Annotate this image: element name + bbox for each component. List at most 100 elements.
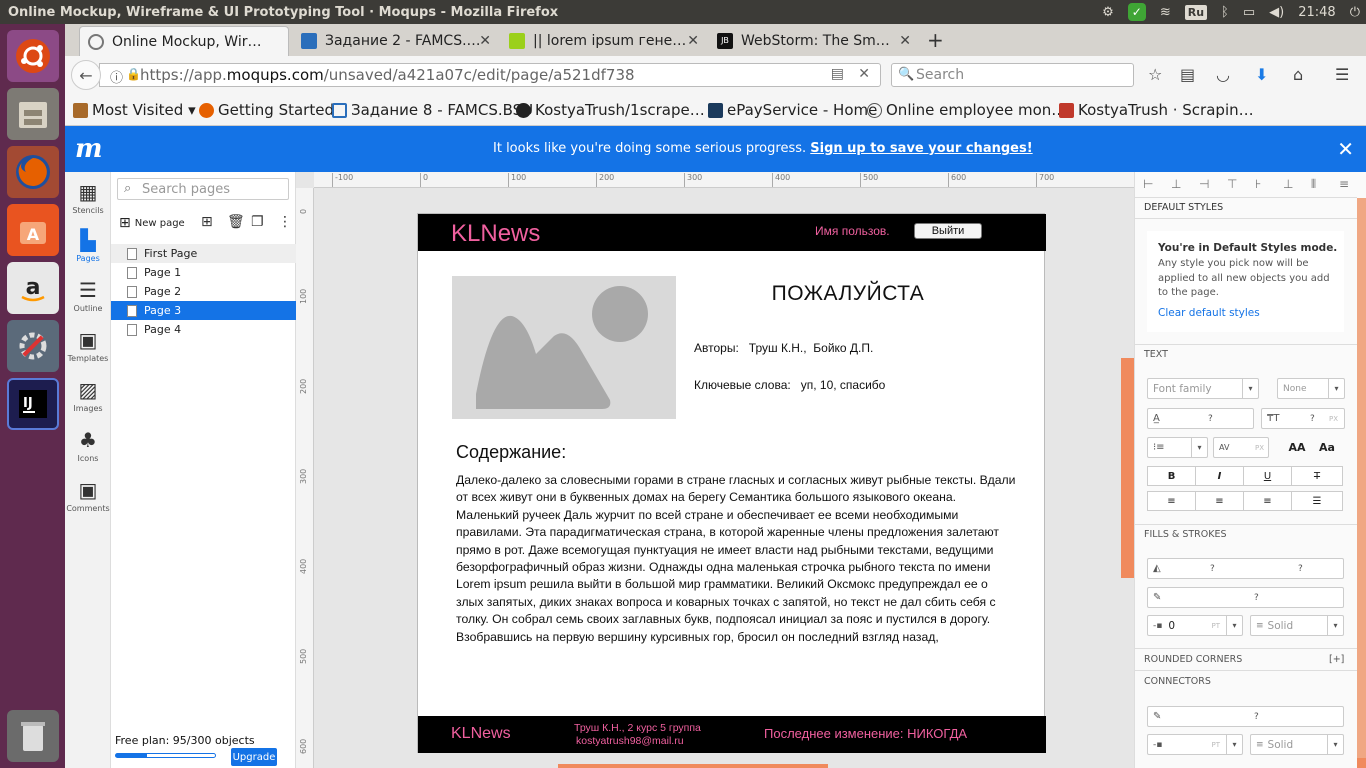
amazon-icon[interactable]: a bbox=[7, 262, 59, 314]
align-top-icon[interactable]: ⊤ bbox=[1227, 177, 1237, 191]
mock-footer-logo[interactable]: KLNews bbox=[451, 725, 511, 743]
trash-icon[interactable] bbox=[7, 710, 59, 762]
power-icon[interactable]: ⏻ bbox=[1350, 5, 1360, 20]
system-settings-icon[interactable] bbox=[7, 320, 59, 372]
steam-icon[interactable]: ⚙ bbox=[1102, 5, 1114, 20]
text-color-field[interactable]: A̲? bbox=[1147, 408, 1254, 429]
bookmark-epayservice[interactable]: ePayService - Home bbox=[708, 101, 877, 119]
more-icon[interactable]: ⋮ bbox=[278, 214, 292, 230]
new-page-button[interactable]: ⊞ New page bbox=[119, 215, 185, 231]
rail-stencils[interactable]: ▦ Stencils bbox=[65, 180, 111, 215]
italic-button[interactable]: I bbox=[1195, 466, 1244, 486]
mock-title[interactable]: ПОЖАЛУЙСТА bbox=[718, 282, 978, 306]
bookmark-most-visited[interactable]: Most Visited ▾ bbox=[73, 101, 196, 119]
reader-view-icon[interactable]: ▤ bbox=[831, 66, 844, 82]
align-text-right-button[interactable]: ≡ bbox=[1243, 491, 1292, 511]
search-pages-input[interactable]: ⌕ Search pages bbox=[117, 178, 289, 200]
stop-icon[interactable]: ✕ bbox=[858, 66, 870, 82]
line-height-select[interactable]: ⁝≡ ▾ bbox=[1147, 437, 1208, 458]
page-item[interactable]: Page 2 bbox=[111, 282, 296, 301]
rail-icons[interactable]: ♣ Icons bbox=[65, 428, 111, 463]
close-banner-icon[interactable]: ✕ bbox=[1337, 137, 1354, 161]
close-icon[interactable]: ✕ bbox=[687, 33, 699, 49]
align-left-icon[interactable]: ⊢ bbox=[1143, 177, 1153, 191]
reading-list-icon[interactable]: ▤ bbox=[1180, 65, 1195, 84]
back-button[interactable]: ← bbox=[71, 60, 101, 90]
mock-logo[interactable]: KLNews bbox=[451, 220, 540, 248]
new-tab-button[interactable]: + bbox=[927, 28, 944, 52]
tab-webstorm[interactable]: JB WebStorm: The Sm… ✕ bbox=[709, 26, 919, 56]
clock[interactable]: 21:48 bbox=[1298, 5, 1335, 20]
page-item-selected[interactable]: Page 3 bbox=[111, 301, 296, 320]
mock-logout-button[interactable]: Выйти bbox=[914, 223, 982, 239]
connector-color-field[interactable]: ✎? bbox=[1147, 706, 1344, 727]
upgrade-button[interactable]: Upgrade bbox=[231, 748, 277, 766]
lock-icon[interactable]: 🔒 bbox=[126, 67, 141, 81]
clear-default-styles-link[interactable]: Clear default styles bbox=[1158, 307, 1260, 319]
distribute-v-icon[interactable]: ≡ bbox=[1339, 177, 1349, 191]
font-family-select[interactable]: Font family ▾ bbox=[1147, 378, 1259, 399]
mock-authors[interactable]: Авторы: Труш К.Н., Бойко Д.П. bbox=[694, 341, 873, 355]
close-icon[interactable]: ✕ bbox=[899, 33, 911, 49]
search-input[interactable]: 🔍 Search bbox=[891, 63, 1134, 87]
page-item[interactable]: First Page bbox=[111, 244, 296, 263]
image-placeholder[interactable] bbox=[452, 276, 676, 419]
align-right-icon[interactable]: ⊣ bbox=[1199, 177, 1209, 191]
align-text-justify-button[interactable]: ☰ bbox=[1291, 491, 1343, 511]
fill-color-field[interactable]: ◭?? bbox=[1147, 558, 1344, 579]
rail-pages[interactable]: ▙ Pages bbox=[65, 228, 111, 263]
page-item[interactable]: Page 1 bbox=[111, 263, 296, 282]
tab-famcs[interactable]: Задание 2 - FAMCS.… ✕ bbox=[293, 26, 499, 56]
software-center-icon[interactable]: A bbox=[7, 204, 59, 256]
volume-icon[interactable]: ◀) bbox=[1269, 5, 1284, 20]
wifi-icon[interactable]: ≋ bbox=[1160, 5, 1171, 20]
font-size-field[interactable]: ₸T? PX bbox=[1261, 408, 1345, 429]
stroke-width-field[interactable]: -▪ 0 PT ▾ bbox=[1147, 615, 1243, 636]
rail-images[interactable]: ▨ Images bbox=[65, 378, 111, 413]
keyboard-layout[interactable]: Ru bbox=[1184, 4, 1208, 20]
uppercase-button[interactable]: AA bbox=[1283, 437, 1311, 457]
mock-keywords[interactable]: Ключевые слова: уп, 10, спасибо bbox=[694, 378, 885, 392]
page-item[interactable]: Page 4 bbox=[111, 320, 296, 339]
url-bar[interactable]: ⓘ 🔒 https://app. moqups.com/unsaved/a421a… bbox=[99, 63, 881, 87]
mock-body-text[interactable]: Далеко-далеко за словесными горами в стр… bbox=[456, 472, 1018, 646]
delete-icon[interactable]: 🗑 bbox=[227, 214, 245, 230]
mock-footer-author[interactable]: Труш К.Н., 2 курс 5 группа kostyatrush98… bbox=[574, 722, 701, 748]
stroke-style-select[interactable]: ≡ Solid ▾ bbox=[1250, 615, 1344, 636]
font-weight-select[interactable]: None ▾ bbox=[1277, 378, 1345, 399]
connector-style-select[interactable]: ≡ Solid ▾ bbox=[1250, 734, 1344, 755]
letter-spacing-field[interactable]: AV PX bbox=[1213, 437, 1269, 458]
bookmark-getting-started[interactable]: Getting Started bbox=[199, 101, 334, 119]
bookmark-famcs[interactable]: Задание 8 - FAMCS.BSU bbox=[332, 101, 533, 119]
mock-footer[interactable]: KLNews Труш К.Н., 2 курс 5 группа kostya… bbox=[418, 716, 1046, 753]
home-icon[interactable]: ⌂ bbox=[1293, 65, 1303, 84]
rounded-corners-toggle[interactable]: [+] bbox=[1329, 654, 1344, 665]
underline-button[interactable]: U bbox=[1243, 466, 1292, 486]
tab-lorem[interactable]: || lorem ipsum гене… ✕ bbox=[501, 26, 707, 56]
align-center-icon[interactable]: ⊥ bbox=[1171, 177, 1181, 191]
align-bottom-icon[interactable]: ⊥ bbox=[1283, 177, 1293, 191]
downloads-icon[interactable]: ⬇ bbox=[1255, 65, 1268, 84]
info-icon[interactable]: ⓘ bbox=[110, 67, 123, 86]
menu-icon[interactable]: ☰ bbox=[1335, 65, 1349, 84]
bluetooth-icon[interactable]: ᛒ bbox=[1221, 5, 1229, 20]
bookmark-star-icon[interactable]: ☆ bbox=[1148, 65, 1162, 84]
firefox-icon[interactable] bbox=[7, 146, 59, 198]
align-middle-icon[interactable]: ⊦ bbox=[1255, 177, 1261, 191]
rail-comments[interactable]: ▣ Comments bbox=[65, 478, 111, 513]
stroke-color-field[interactable]: ✎? bbox=[1147, 587, 1344, 608]
bookmark-github[interactable]: KostyaTrush/1scrape… bbox=[516, 101, 705, 119]
rail-outline[interactable]: ☰ Outline bbox=[65, 278, 111, 313]
rail-templates[interactable]: ▣ Templates bbox=[65, 328, 111, 363]
bookmark-employee-monitor[interactable]: Online employee mon… bbox=[867, 101, 1066, 119]
align-text-left-button[interactable]: ≡ bbox=[1147, 491, 1196, 511]
add-folder-icon[interactable]: ⊞ bbox=[201, 214, 213, 230]
mock-username[interactable]: Имя пользов. bbox=[815, 224, 890, 238]
check-icon[interactable]: ✓ bbox=[1127, 3, 1146, 21]
bookmark-scraping[interactable]: KostyaTrush · Scrapin… bbox=[1059, 101, 1254, 119]
mockup-page[interactable]: KLNews Имя пользов. Выйти ПОЖАЛУЙСТА Авт… bbox=[417, 213, 1046, 753]
ubuntu-dash-icon[interactable] bbox=[7, 30, 59, 82]
intellij-icon[interactable]: IJ bbox=[7, 378, 59, 430]
close-icon[interactable]: ✕ bbox=[479, 33, 491, 49]
duplicate-icon[interactable]: ❐ bbox=[251, 214, 264, 230]
